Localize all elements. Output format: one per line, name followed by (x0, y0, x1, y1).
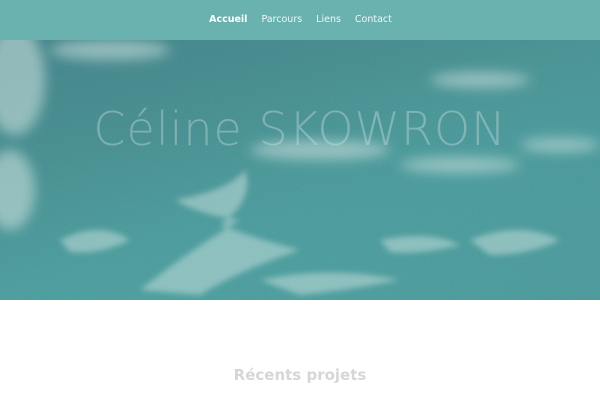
nav-item-accueil: Accueil (202, 0, 254, 40)
section-title: Récents projets (233, 366, 367, 384)
nav-item-liens: Liens (309, 0, 348, 40)
nav-item-parcours: Parcours (254, 0, 309, 40)
nav-link-accueil[interactable]: Accueil (202, 0, 254, 40)
nav-link-liens[interactable]: Liens (309, 0, 348, 40)
page: Accueil Parcours Liens Contact Céline SK… (0, 0, 600, 400)
nav-link-contact[interactable]: Contact (348, 0, 399, 40)
hero-banner: Céline SKOWRON (0, 40, 600, 300)
nav-item-contact: Contact (348, 0, 399, 40)
nav-link-parcours[interactable]: Parcours (254, 0, 309, 40)
recent-projects-section: Récents projets (0, 300, 600, 400)
hero-title: Céline SKOWRON (93, 102, 507, 156)
top-navbar: Accueil Parcours Liens Contact (0, 0, 600, 40)
nav-menu: Accueil Parcours Liens Contact (202, 0, 399, 40)
sky-background-image (0, 40, 600, 300)
